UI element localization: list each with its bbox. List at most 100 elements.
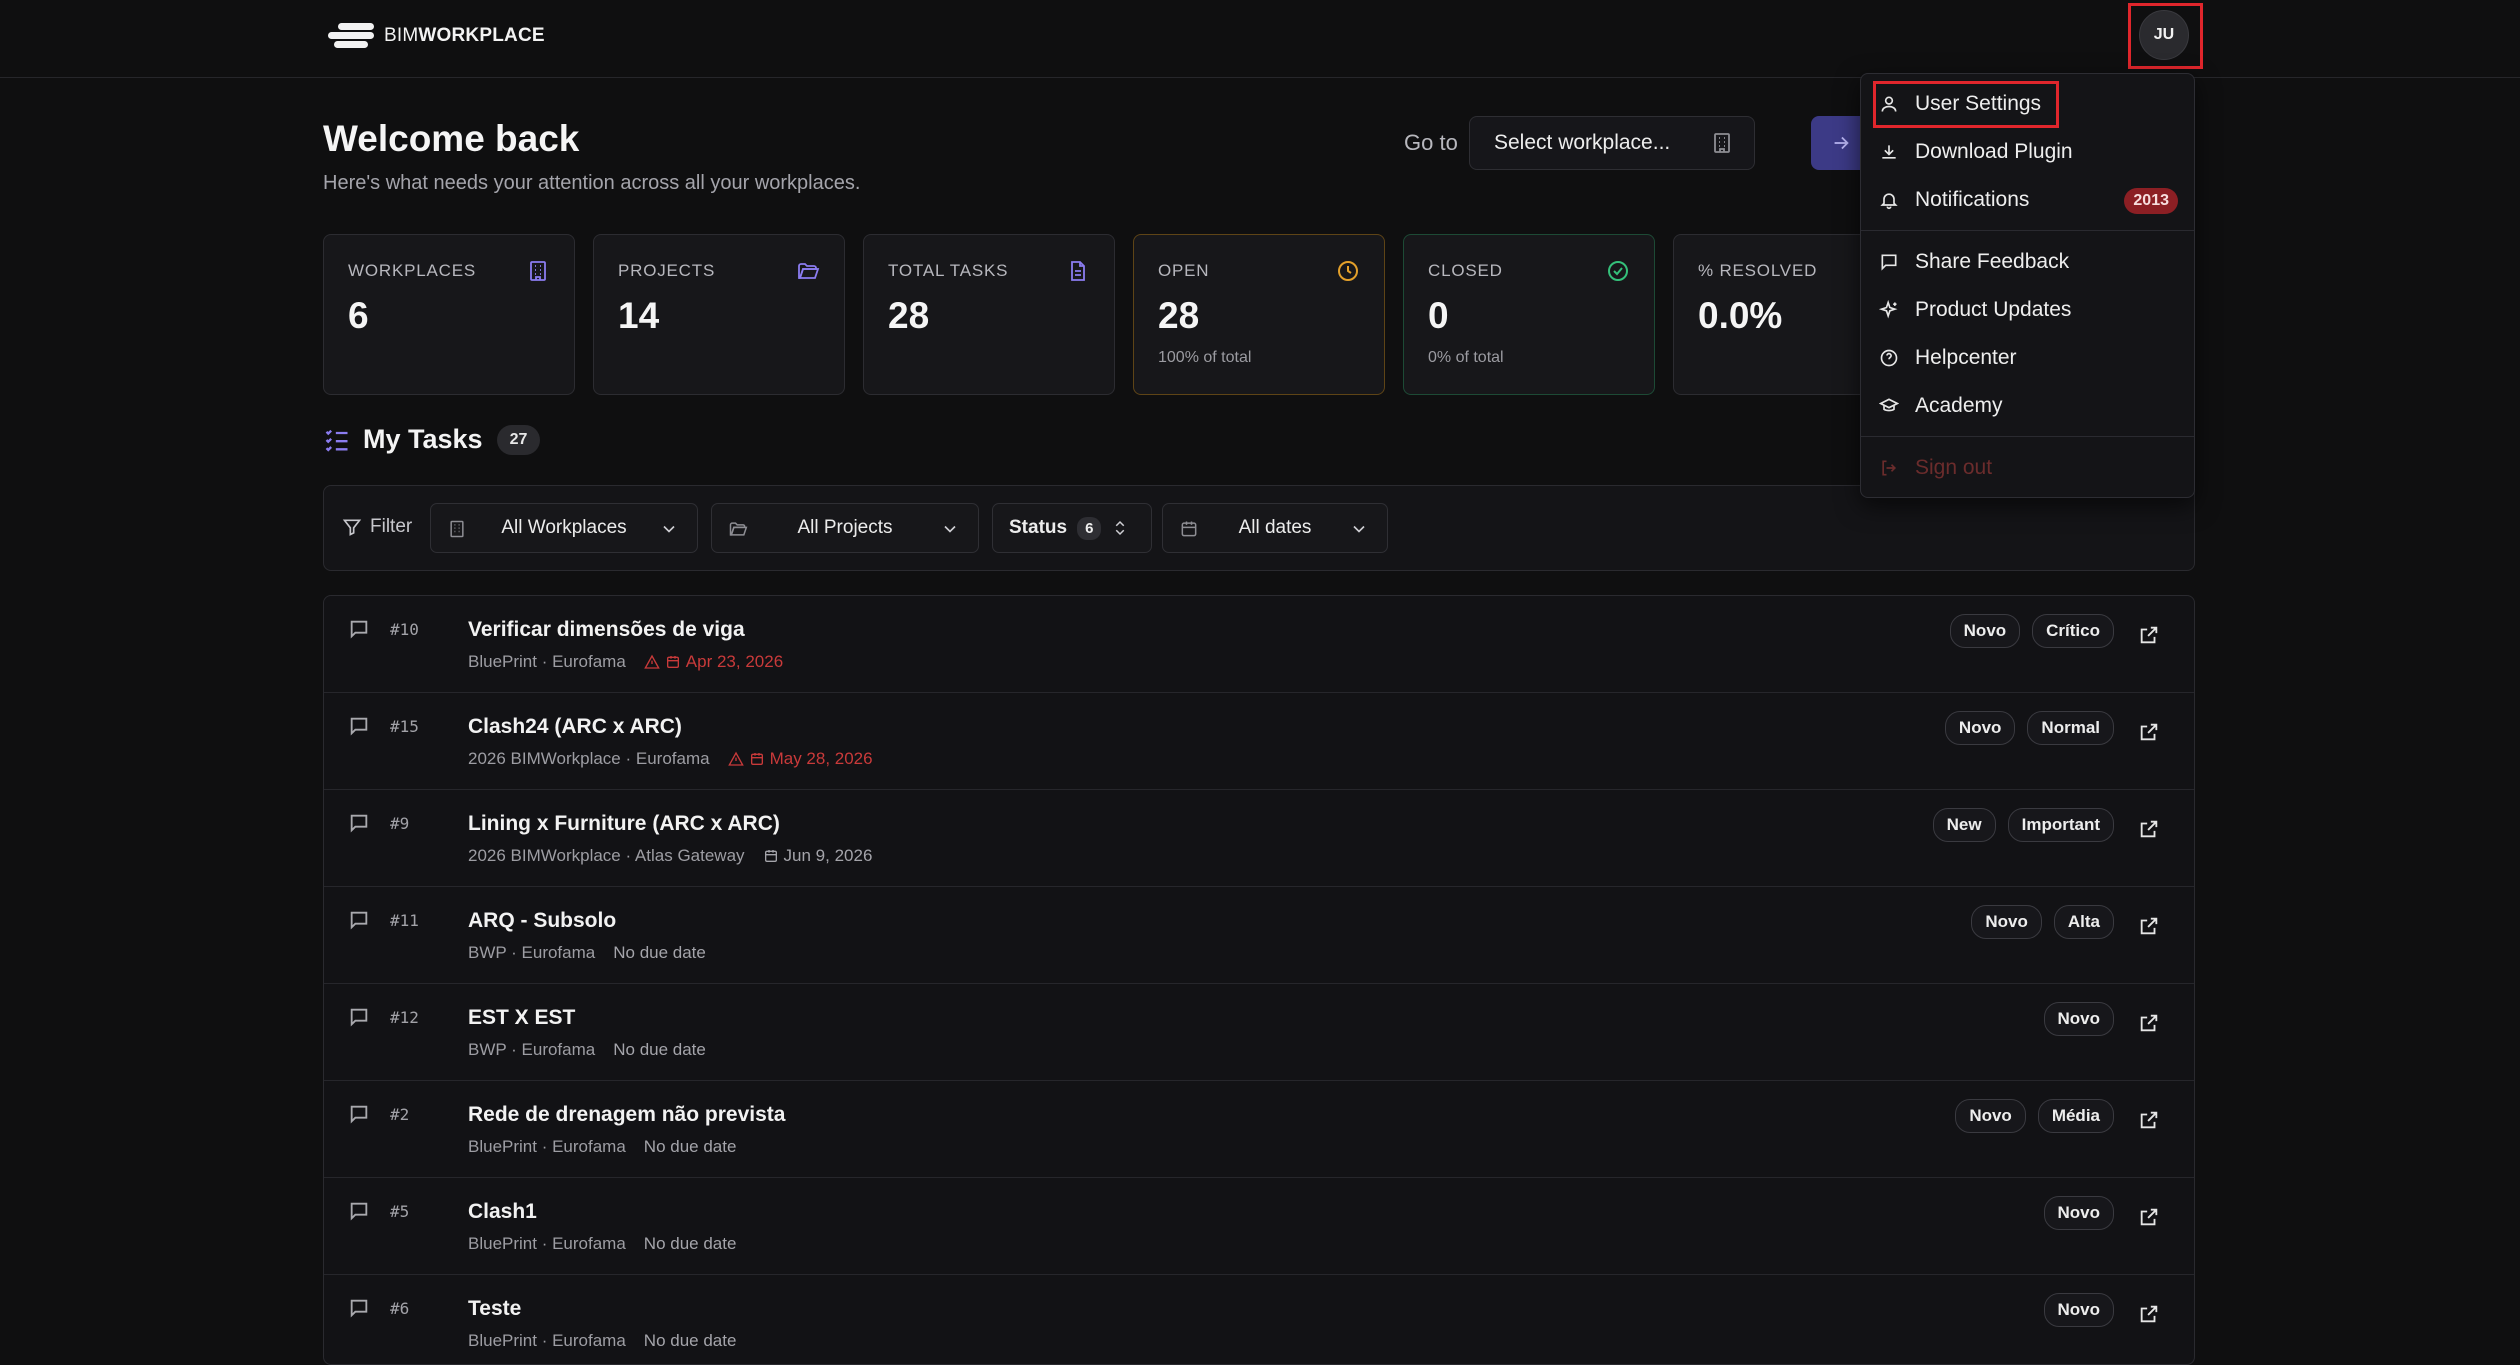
menu-item-helpcenter[interactable]: Helpcenter (1861, 336, 2194, 380)
external-link-icon[interactable] (2138, 915, 2160, 937)
task-project: BluePrint · Eurofama (468, 652, 626, 671)
stat-card-open: OPEN 28 100% of total (1133, 234, 1385, 395)
task-badge: Novo (2043, 1002, 2114, 1036)
stat-value: 0 (1428, 295, 1449, 336)
log-out-icon (1879, 458, 1899, 478)
message-square-icon (348, 812, 370, 834)
user-settings-highlight-frame (1873, 81, 2059, 128)
task-row[interactable]: #2 Rede de drenagem não prevista BluePrint… (324, 1081, 2194, 1178)
external-link-icon[interactable] (2138, 1012, 2160, 1034)
bell-icon (1879, 190, 1899, 210)
brand-name: BIMWORKPLACE (384, 25, 545, 46)
task-number: #9 (390, 814, 410, 833)
task-row[interactable]: #9 Lining x Furniture (ARC x ARC) 2026 BIM… (324, 790, 2194, 887)
menu-item-download-plugin[interactable]: Download Plugin (1861, 130, 2194, 174)
stat-value: 14 (618, 295, 660, 336)
task-row[interactable]: #11 ARQ - Subsolo BWP · Eurofama No due dat… (324, 887, 2194, 984)
task-title[interactable]: EST X EST (468, 1006, 575, 1030)
message-square-icon (348, 1200, 370, 1222)
menu-item-share-feedback[interactable]: Share Feedback (1861, 240, 2194, 284)
menu-item-product-updates[interactable]: Product Updates (1861, 288, 2194, 332)
logo-icon (328, 20, 378, 52)
task-title[interactable]: Lining x Furniture (ARC x ARC) (468, 812, 780, 836)
task-title[interactable]: Teste (468, 1297, 521, 1321)
task-number: #12 (390, 1008, 419, 1027)
stat-card-total-tasks: TOTAL TASKS 28 (863, 234, 1115, 395)
external-link-icon[interactable] (2138, 624, 2160, 646)
task-row[interactable]: #6 Teste BluePrint · Eurofama No due date No… (324, 1275, 2194, 1364)
date-filter-select[interactable]: All dates (1162, 503, 1388, 553)
task-project: 2026 BIMWorkplace · Atlas Gateway (468, 846, 745, 865)
stat-card-projects: PROJECTS 14 (593, 234, 845, 395)
task-project: BWP · Eurofama (468, 943, 596, 962)
goto-label: Go to (1404, 130, 1458, 155)
task-due-date: May 28, 2026 (727, 749, 873, 769)
task-meta: BluePrint · Eurofama No due date (468, 1331, 736, 1351)
filter-icon (342, 519, 362, 536)
building-icon (526, 259, 550, 283)
status-filter-count: 6 (1077, 516, 1102, 540)
external-link-icon[interactable] (2138, 721, 2160, 743)
message-square-icon (348, 1006, 370, 1028)
help-circle-icon (1879, 348, 1899, 368)
task-due-date: No due date (613, 1040, 706, 1059)
task-badge: Crítico (2032, 614, 2114, 648)
alert-triangle-icon (643, 654, 660, 670)
folder-open-icon (796, 259, 820, 283)
task-row[interactable]: #15 Clash24 (ARC x ARC) 2026 BIMWorkplace … (324, 693, 2194, 790)
external-link-icon[interactable] (2138, 1109, 2160, 1131)
status-filter-label: Status (1009, 517, 1068, 538)
external-link-icon[interactable] (2138, 1303, 2160, 1325)
task-badges: Novo Alta (1971, 905, 2114, 939)
task-badges: New Important (1932, 808, 2114, 842)
task-title[interactable]: ARQ - Subsolo (468, 909, 616, 933)
stat-value: 28 (888, 295, 930, 336)
brand-logo[interactable]: BIMWORKPLACE (328, 20, 545, 52)
external-link-icon[interactable] (2138, 1206, 2160, 1228)
menu-item-notifications[interactable]: Notifications 2013 (1861, 178, 2194, 222)
task-meta: BluePrint · Eurofama Apr 23, 2026 (468, 652, 783, 672)
task-number: #2 (390, 1105, 410, 1124)
menu-item-academy[interactable]: Academy (1861, 384, 2194, 428)
chevron-down-icon (659, 519, 679, 539)
task-row[interactable]: #5 Clash1 BluePrint · Eurofama No due date N… (324, 1178, 2194, 1275)
workplace-filter-select[interactable]: All Workplaces (430, 503, 698, 553)
task-title[interactable]: Rede de drenagem não prevista (468, 1103, 785, 1127)
task-row[interactable]: #12 EST X EST BWP · Eurofama No due date Nov… (324, 984, 2194, 1081)
sparkles-icon (1879, 300, 1899, 320)
workplace-select[interactable]: Select workplace... (1469, 116, 1755, 170)
alert-triangle-icon (727, 751, 744, 767)
task-badges: Novo (2043, 1002, 2114, 1036)
task-number: #15 (390, 717, 419, 736)
calendar-icon (749, 751, 765, 767)
check-circle-icon (1606, 259, 1630, 283)
stat-note: 0% of total (1428, 349, 1504, 366)
document-icon (1066, 259, 1090, 283)
task-project: BWP · Eurofama (468, 1040, 596, 1059)
workplace-select-value: Select workplace... (1494, 131, 1671, 154)
menu-divider (1861, 230, 2194, 231)
task-due-date: No due date (643, 1331, 737, 1350)
task-row[interactable]: #10 Verificar dimensões de viga BluePrint … (324, 596, 2194, 693)
task-due-date: No due date (643, 1234, 737, 1253)
message-square-icon (348, 1297, 370, 1319)
user-avatar-button[interactable]: JU (2139, 10, 2189, 60)
external-link-icon[interactable] (2138, 818, 2160, 840)
status-filter-select[interactable]: Status 6 (992, 503, 1152, 553)
message-square-icon (348, 1103, 370, 1125)
menu-item-sign-out[interactable]: Sign out (1861, 446, 2194, 490)
menu-divider (1861, 436, 2194, 437)
message-square-icon (348, 909, 370, 931)
task-title[interactable]: Clash24 (ARC x ARC) (468, 715, 682, 739)
task-badge: New (1932, 808, 1996, 842)
project-filter-select[interactable]: All Projects (711, 503, 979, 553)
chevron-down-icon (1349, 519, 1369, 539)
task-title[interactable]: Clash1 (468, 1200, 537, 1224)
user-menu-dropdown: User Settings Download Plugin Notificati… (1860, 73, 2195, 498)
message-square-icon (1879, 252, 1899, 272)
task-badge: Novo (1944, 711, 2016, 745)
stat-label: WORKPLACES (348, 261, 476, 280)
task-title[interactable]: Verificar dimensões de viga (468, 618, 745, 642)
stat-card-workplaces: WORKPLACES 6 (323, 234, 575, 395)
task-list-icon (323, 426, 351, 454)
